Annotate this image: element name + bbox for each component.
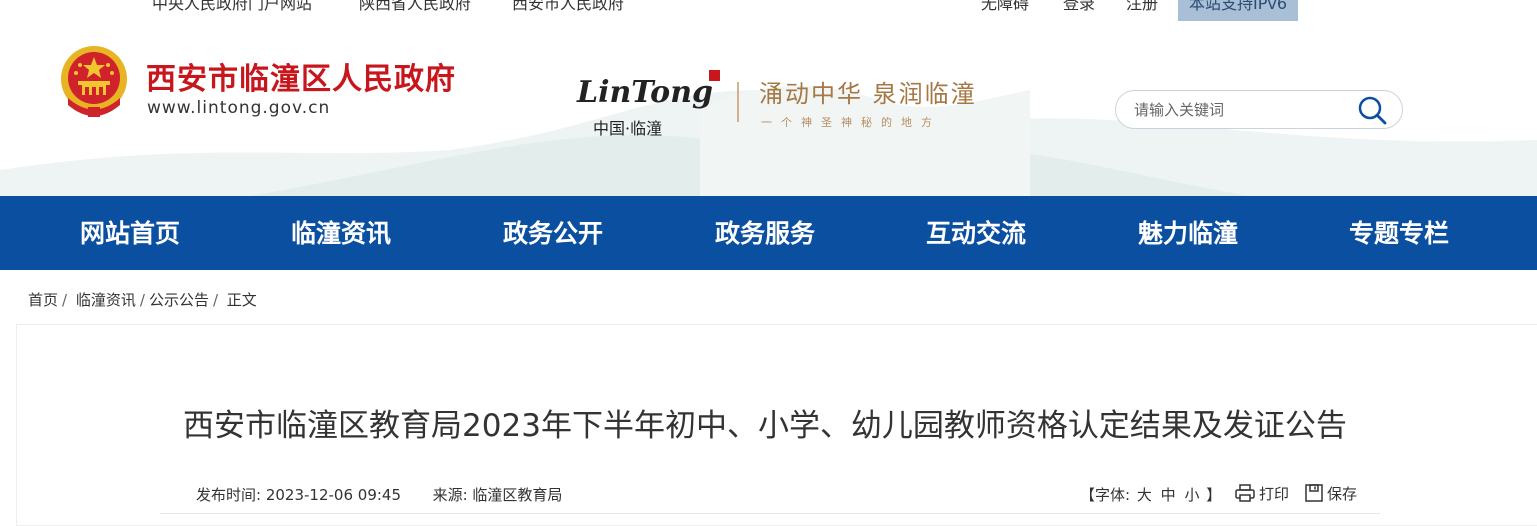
search-input[interactable] bbox=[1132, 99, 1346, 121]
site-url: www.lintong.gov.cn bbox=[147, 98, 331, 118]
breadcrumb: 首页 / 临潼资讯 / 公示公告 / 正文 bbox=[28, 289, 257, 310]
print-button[interactable]: 打印 bbox=[1235, 483, 1289, 504]
site-header: 西安市临潼区人民政府 www.lintong.gov.cn LinTong 中国… bbox=[0, 20, 1537, 196]
brand-sub-text: 中国·临潼 bbox=[593, 119, 662, 138]
nav-charm-lintong[interactable]: 魅力临潼 bbox=[1098, 196, 1278, 270]
link-xian-gov[interactable]: 西安市人民政府 bbox=[512, 0, 624, 14]
breadcrumb-notices[interactable]: 公示公告 bbox=[149, 289, 209, 310]
search-box bbox=[1115, 90, 1403, 129]
nav-gov-affairs-open[interactable]: 政务公开 bbox=[463, 196, 643, 270]
search-icon[interactable] bbox=[1356, 95, 1388, 125]
slogan-text: 涌动中华 泉润临潼 bbox=[759, 80, 975, 108]
breadcrumb-separator: / bbox=[62, 291, 68, 309]
brand-logo-text: LinTong bbox=[576, 75, 713, 110]
ipv6-badge: 本站支持IPv6 bbox=[1178, 0, 1298, 21]
save-label: 保存 bbox=[1327, 485, 1358, 503]
breadcrumb-home[interactable]: 首页 bbox=[28, 289, 58, 310]
link-login[interactable]: 登录 bbox=[1063, 0, 1095, 14]
national-emblem-icon bbox=[61, 46, 127, 117]
source-label: 来源: bbox=[432, 486, 468, 504]
breadcrumb-current: 正文 bbox=[226, 291, 257, 309]
link-register[interactable]: 注册 bbox=[1126, 0, 1158, 14]
link-accessibility[interactable]: 无障碍 bbox=[981, 0, 1029, 14]
font-size-close: 】 bbox=[1206, 486, 1222, 504]
save-icon bbox=[1305, 484, 1323, 502]
nav-home[interactable]: 网站首页 bbox=[40, 196, 220, 270]
font-size-medium[interactable]: 中 bbox=[1161, 486, 1176, 504]
site-title: 西安市临潼区人民政府 bbox=[146, 62, 456, 97]
font-size-small[interactable]: 小 bbox=[1184, 486, 1199, 504]
slogan-sub-text: 一个神圣神秘的地方 bbox=[761, 115, 941, 129]
link-central-gov[interactable]: 中央人民政府门户网站 bbox=[152, 0, 312, 14]
print-label: 打印 bbox=[1259, 485, 1290, 503]
publish-time-label: 发布时间: bbox=[196, 486, 262, 504]
breadcrumb-news[interactable]: 临潼资讯 bbox=[76, 289, 136, 310]
font-size-label: 【字体: bbox=[1080, 486, 1131, 504]
ipv6-label: 本站支持IPv6 bbox=[1188, 0, 1288, 13]
nav-gov-services[interactable]: 政务服务 bbox=[675, 196, 855, 270]
publish-time: 2023-12-06 09:45 bbox=[265, 486, 402, 504]
article-title: 西安市临潼区教育局2023年下半年初中、小学、幼儿园教师资格认定结果及发证公告 bbox=[183, 408, 1347, 444]
nav-interaction[interactable]: 互动交流 bbox=[886, 196, 1066, 270]
printer-icon bbox=[1235, 484, 1255, 502]
article-meta: 发布时间: 2023-12-06 09:45 来源: 临潼区教育局 bbox=[196, 484, 562, 505]
source-value: 临潼区教育局 bbox=[472, 486, 563, 504]
link-shaanxi-gov[interactable]: 陕西省人民政府 bbox=[359, 0, 471, 14]
nav-special-topics[interactable]: 专题专栏 bbox=[1309, 196, 1489, 270]
nav-news[interactable]: 临潼资讯 bbox=[251, 196, 431, 270]
meta-divider bbox=[160, 513, 1380, 514]
breadcrumb-separator: / bbox=[212, 291, 219, 309]
save-button[interactable]: 保存 bbox=[1305, 483, 1357, 504]
main-navigation: 网站首页 临潼资讯 政务公开 政务服务 互动交流 魅力临潼 专题专栏 bbox=[0, 196, 1537, 270]
font-size-control: 【字体: 大 中 小 】 bbox=[1080, 484, 1221, 505]
top-utility-bar: 中央人民政府门户网站 陕西省人民政府 西安市人民政府 无障碍 登录 注册 本站支… bbox=[0, 0, 1537, 21]
lintong-brand-logo: LinTong 中国·临潼 涌动中华 泉润临潼 一个神圣神秘的地方 bbox=[576, 70, 975, 138]
breadcrumb-separator: / bbox=[139, 291, 145, 309]
font-size-large[interactable]: 大 bbox=[1137, 486, 1152, 504]
